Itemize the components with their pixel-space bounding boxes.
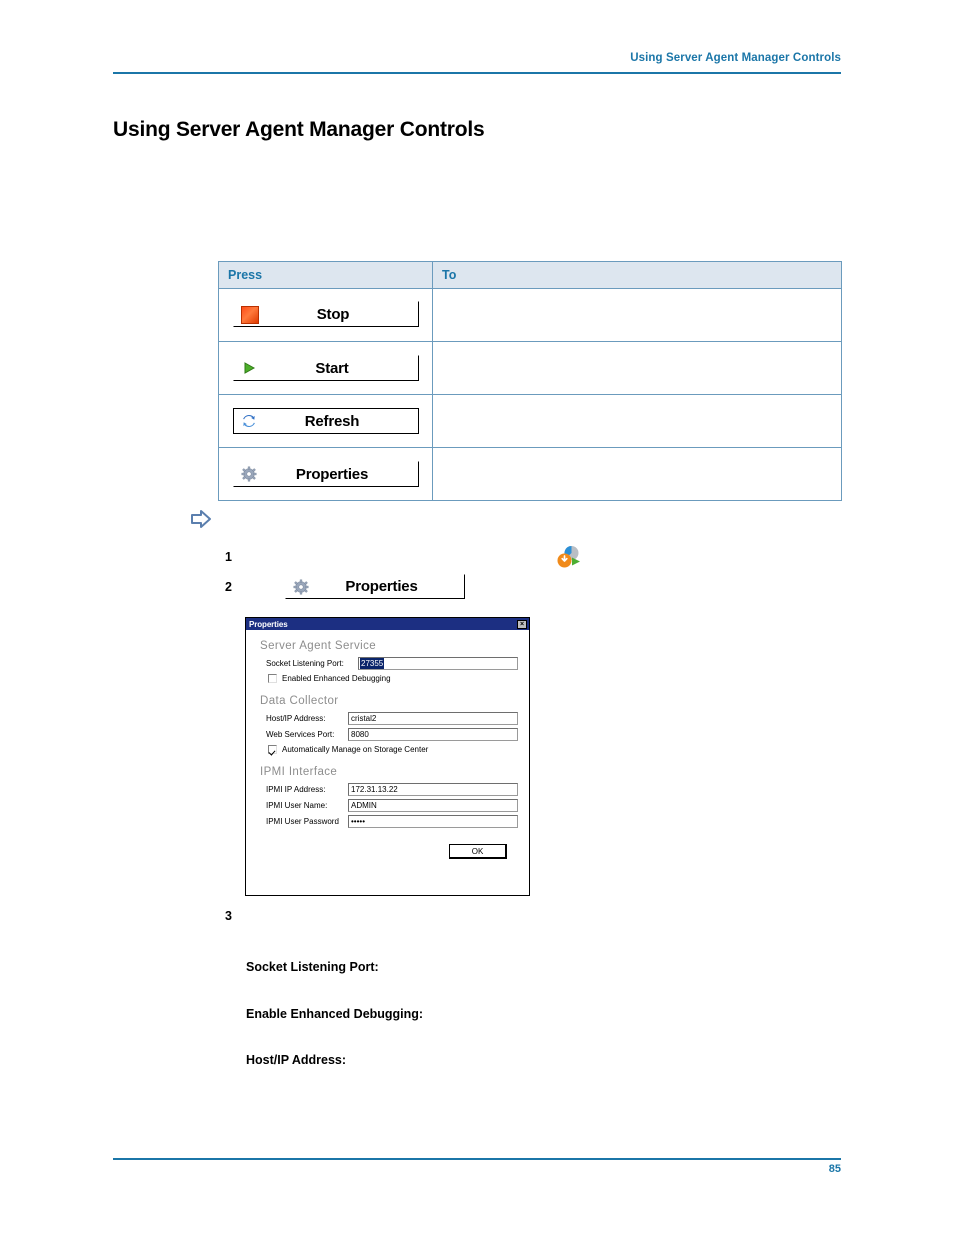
dialog-title: Properties <box>249 619 288 629</box>
group-heading-data-collector: Data Collector <box>260 695 339 707</box>
stop-button-label: Stop <box>316 305 350 323</box>
checkbox-enabled-enhanced-debugging[interactable]: Enabled Enhanced Debugging <box>268 674 518 683</box>
dialog-button-row: OK <box>257 844 507 859</box>
start-button-label: Start <box>315 359 349 377</box>
stop-button[interactable]: Stop <box>232 301 419 328</box>
definition-term-enable-enhanced-debugging: Enable Enhanced Debugging: <box>246 1007 424 1021</box>
footer-rule <box>113 1158 841 1160</box>
checkbox-label-enhanced-debugging: Enabled Enhanced Debugging <box>282 674 391 683</box>
field-ipmi-ip-address: IPMI IP Address: <box>257 783 518 796</box>
running-header: Using Server Agent Manager Controls <box>630 52 841 64</box>
properties-button-label: Properties <box>295 465 369 483</box>
field-label-ipmi-ip-address: IPMI IP Address: <box>266 785 326 794</box>
gear-icon <box>241 466 257 482</box>
to-cell-stop <box>432 288 842 342</box>
properties-button-inline[interactable]: Properties <box>285 574 465 599</box>
stop-square-icon <box>240 305 259 324</box>
column-header-to: To <box>432 261 842 289</box>
table-row: Refresh <box>218 394 842 448</box>
table-row: Stop <box>218 288 842 342</box>
field-label-web-services-port: Web Services Port: <box>266 730 335 739</box>
properties-button[interactable]: Properties <box>232 461 419 487</box>
step-number-1: 1 <box>225 550 232 564</box>
to-cell-start <box>432 341 842 395</box>
ipmi-user-password-input[interactable] <box>348 815 518 828</box>
refresh-button[interactable]: Refresh <box>232 408 419 434</box>
socket-listening-port-input[interactable] <box>358 657 518 670</box>
definition-term-host-ip-address: Host/IP Address: <box>246 1053 347 1067</box>
ok-button[interactable]: OK <box>449 844 507 859</box>
group-heading-server-agent-service: Server Agent Service <box>260 640 377 652</box>
field-ipmi-user-name: IPMI User Name: <box>257 799 518 812</box>
field-label-ipmi-user-name: IPMI User Name: <box>266 801 328 810</box>
server-agent-status-icon <box>556 544 582 570</box>
refresh-button-label: Refresh <box>304 412 360 430</box>
table-row: Properties <box>218 447 842 501</box>
properties-dialog: Properties × Server Agent Service Socket… <box>245 617 530 896</box>
column-header-press: Press <box>218 261 433 289</box>
close-icon[interactable]: × <box>517 619 527 629</box>
refresh-arrows-icon <box>241 413 257 429</box>
press-cell-start: Start <box>218 341 433 395</box>
play-triangle-icon <box>241 360 257 376</box>
field-ipmi-user-password: IPMI User Password <box>257 815 518 828</box>
table-row: Start <box>218 341 842 395</box>
page-number: 85 <box>828 1163 841 1175</box>
checkbox-automatically-manage[interactable]: Automatically Manage on Storage Center <box>268 745 518 754</box>
checkbox-box-enhanced-debugging[interactable] <box>268 674 277 683</box>
field-socket-listening-port: Socket Listening Port: 27355 <box>257 657 518 670</box>
host-ip-address-input[interactable] <box>348 712 518 725</box>
press-cell-stop: Stop <box>218 288 433 342</box>
gear-icon <box>293 579 309 595</box>
ipmi-ip-address-input[interactable] <box>348 783 518 796</box>
checkbox-box-automatically-manage[interactable] <box>268 745 277 754</box>
dialog-body: Server Agent Service Socket Listening Po… <box>246 630 529 859</box>
table-header-row: Press To <box>218 261 842 289</box>
step2-properties-button-image: Properties <box>285 574 465 600</box>
start-button[interactable]: Start <box>232 355 419 381</box>
step-number-3: 3 <box>225 909 232 923</box>
field-label-host-ip-address: Host/IP Address: <box>266 714 326 723</box>
web-services-port-input[interactable] <box>348 728 518 741</box>
definition-term-socket-listening-port: Socket Listening Port: <box>246 960 379 974</box>
field-host-ip-address: Host/IP Address: <box>257 712 518 725</box>
group-heading-ipmi-interface: IPMI Interface <box>260 766 338 778</box>
right-arrow-bullet-icon <box>190 508 214 530</box>
to-cell-refresh <box>432 394 842 448</box>
field-label-ipmi-user-password: IPMI User Password <box>266 817 339 826</box>
press-cell-refresh: Refresh <box>218 394 433 448</box>
controls-table: Press To Stop Start Refresh Properties <box>218 261 842 501</box>
press-cell-properties: Properties <box>218 447 433 501</box>
ipmi-user-name-input[interactable] <box>348 799 518 812</box>
field-web-services-port: Web Services Port: <box>257 728 518 741</box>
page-title: Using Server Agent Manager Controls <box>113 118 485 142</box>
checkbox-label-automatically-manage: Automatically Manage on Storage Center <box>282 745 429 754</box>
to-cell-properties <box>432 447 842 501</box>
dialog-title-bar[interactable]: Properties × <box>246 618 529 630</box>
header-rule <box>113 72 841 74</box>
field-label-socket-listening-port: Socket Listening Port: <box>266 659 344 668</box>
socket-listening-port-wrap: 27355 <box>358 657 518 670</box>
step-number-2: 2 <box>225 580 232 594</box>
properties-button-inline-label: Properties <box>345 578 418 595</box>
